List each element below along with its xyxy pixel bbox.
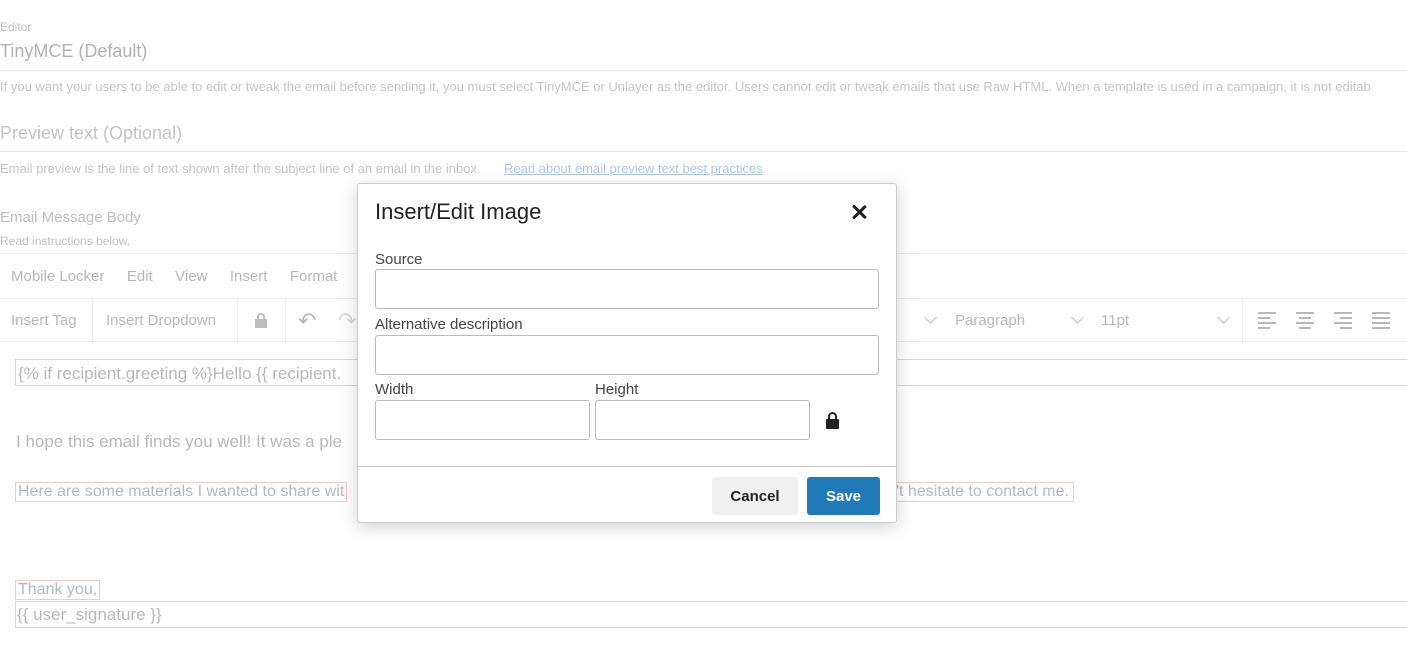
align-left-icon[interactable] [1258,312,1276,329]
chevron-down-icon[interactable] [924,311,937,324]
insert-edit-image-dialog: Insert/Edit Image Source Alternative des… [357,183,897,523]
chevron-down-icon[interactable] [1217,311,1230,324]
source-input[interactable] [375,269,879,309]
insert-dropdown-button[interactable]: Insert Dropdown [106,299,216,343]
align-justify-icon[interactable] [1372,312,1390,329]
editor-select[interactable]: TinyMCE (Default) [0,41,147,62]
divider [0,151,1407,152]
editor-help-text: If you want your users to be able to edi… [0,79,1371,94]
cancel-button[interactable]: Cancel [712,477,798,515]
sign-off-text[interactable]: Thank you, [15,580,101,600]
menu-edit[interactable]: Edit [127,268,153,285]
menu-view[interactable]: View [175,268,207,285]
block-format-select[interactable]: Paragraph [955,299,1025,343]
constrain-proportions-lock-icon[interactable] [824,411,842,431]
save-button[interactable]: Save [807,477,880,515]
toolbar-separator [92,299,93,343]
signature-block[interactable] [15,601,1407,628]
menu-insert[interactable]: Insert [230,268,268,285]
lock-icon[interactable] [254,313,268,329]
menu-mobile-locker[interactable]: Mobile Locker [11,268,104,285]
align-right-icon[interactable] [1334,312,1352,329]
toolbar-separator [237,299,238,343]
undo-icon[interactable]: ↶ [298,299,316,343]
signature-text: {{ user_signature }} [17,605,162,624]
editor-label: Editor [0,20,32,34]
redo-icon[interactable]: ↷ [338,299,356,343]
align-center-icon[interactable] [1296,312,1314,329]
intro-paragraph[interactable]: I hope this email finds you well! It was… [16,432,342,452]
body-help-text: Read instructions below. [0,234,131,248]
greeting-text: {% if recipient.greeting %}Hello {{ reci… [18,364,342,383]
dialog-footer-divider [358,466,896,467]
body-label: Email Message Body [0,209,141,226]
alt-description-input[interactable] [375,335,879,375]
insert-tag-button[interactable]: Insert Tag [11,299,77,343]
source-label: Source [375,251,423,268]
height-label: Height [595,381,639,398]
divider [0,70,1407,71]
alt-description-label: Alternative description [375,316,523,333]
preview-best-practices-link[interactable]: Read about email preview text best pract… [504,161,763,176]
width-label: Width [375,381,414,398]
close-icon[interactable] [848,201,870,223]
toolbar-separator [285,299,286,343]
height-input[interactable] [595,400,810,440]
width-input[interactable] [375,400,590,440]
materials-paragraph-end: 't hesitate to contact me. [896,482,1074,502]
font-size-select[interactable]: 11pt [1101,299,1129,343]
dialog-title: Insert/Edit Image [375,199,542,224]
preview-help-text: Email preview is the line of text shown … [0,161,481,176]
chevron-down-icon[interactable] [1071,311,1084,324]
toolbar-separator [1242,299,1243,343]
materials-paragraph[interactable]: Here are some materials I wanted to shar… [15,482,348,502]
preview-text-input[interactable]: Preview text (Optional) [0,123,182,144]
menu-format[interactable]: Format [290,268,338,285]
editor-menubar: Mobile Locker Edit View Insert Format To [11,268,394,286]
